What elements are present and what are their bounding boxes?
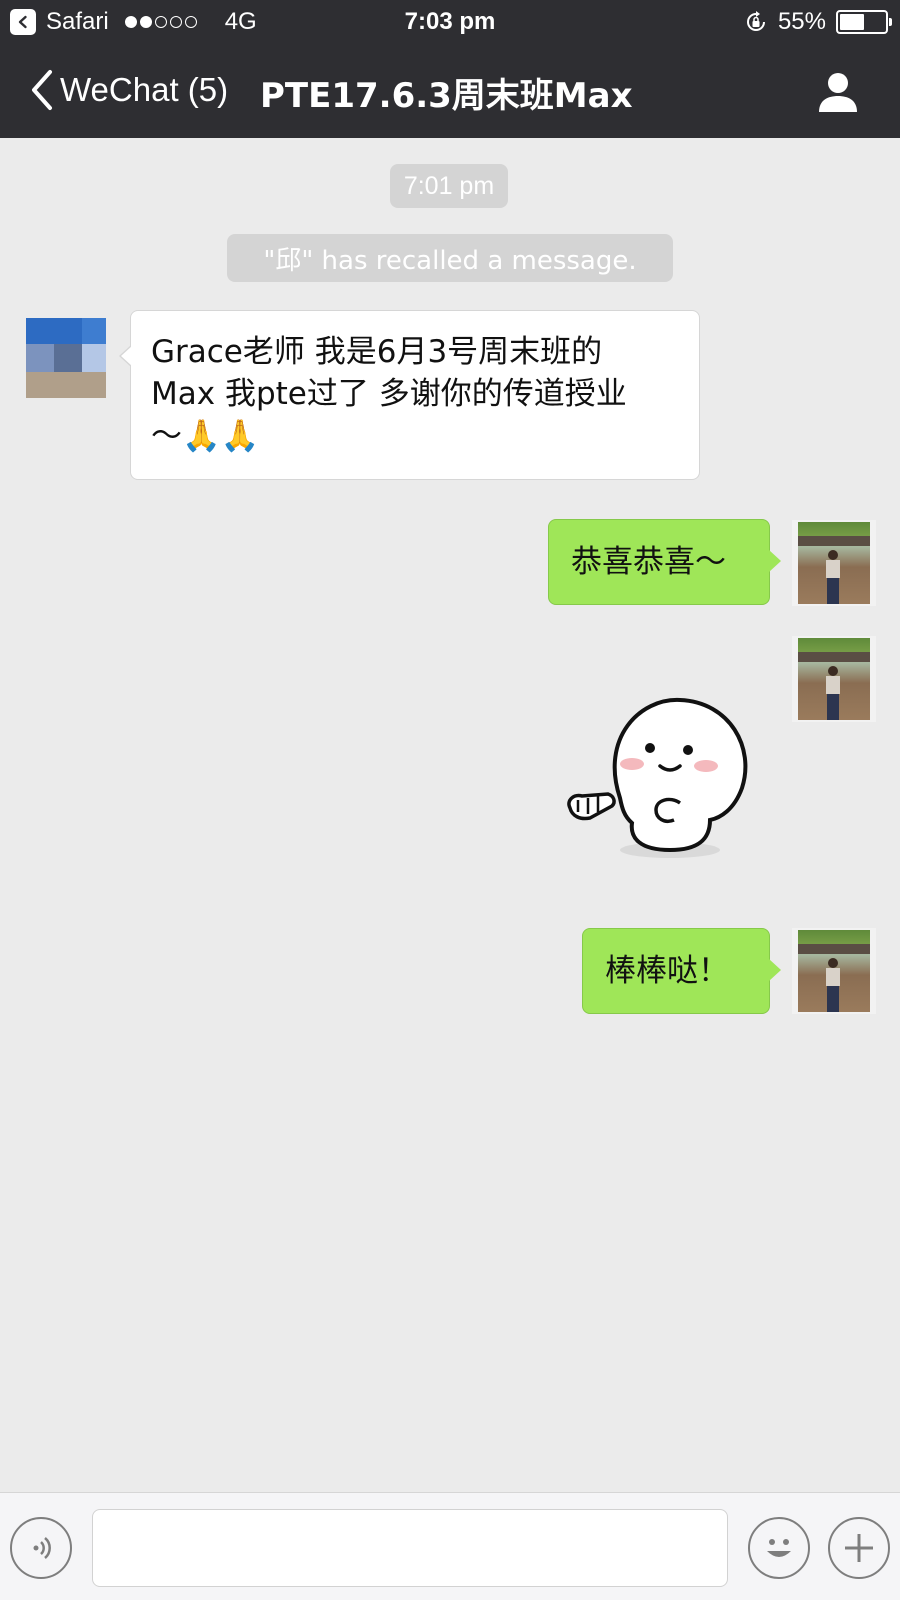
plus-button[interactable] [828,1517,890,1579]
message-text: 恭喜恭喜～ [571,544,726,580]
back-button-label: WeChat (5) [60,71,229,108]
voice-icon [33,1537,51,1559]
message-text: 棒棒哒！ [605,953,729,989]
battery-icon [836,10,892,34]
emoji-button[interactable] [748,1517,810,1579]
timestamp-pill: 7:01 pm [390,164,508,208]
own-avatar[interactable] [792,520,876,606]
recall-notice: "邱" has recalled a message. [227,234,673,282]
own-avatar[interactable] [792,636,876,722]
voice-button[interactable] [10,1517,72,1579]
input-bar [0,1492,900,1600]
emoji-icon [767,1539,791,1557]
back-button[interactable]: WeChat (5) [28,68,228,112]
status-bar: Safari 4G 7:03 pm 55% [0,0,900,44]
rotation-lock-icon [746,11,765,31]
own-avatar[interactable] [792,928,876,1014]
status-right: 55% [744,8,892,36]
chat-area[interactable]: 7:01 pm "邱" has recalled a message. Grac… [0,138,900,1492]
sender-avatar[interactable] [26,318,106,398]
message-bubble-received[interactable]: Grace老师 我是6月3号周末班的 Max 我pte过了 多谢你的传道授业 ～… [119,310,700,480]
message-bubble-sent[interactable]: 恭喜恭喜～ [548,519,781,605]
chat-title: PTE17.6.3周末班Max [260,76,633,116]
plus-icon [845,1534,873,1562]
message-input[interactable] [92,1509,728,1587]
nav-bar: WeChat (5) PTE17.6.3周末班Max [0,44,900,138]
message-bubble-sent[interactable]: 棒棒哒！ [582,928,781,1014]
message-text: Grace老师 我是6月3号周末班的 Max 我pte过了 多谢你的传道授业 ～… [151,334,627,454]
battery-percent: 55% [777,8,826,35]
person-icon[interactable] [816,70,860,114]
chevron-left-icon [32,70,52,110]
sticker-image[interactable] [560,678,770,868]
